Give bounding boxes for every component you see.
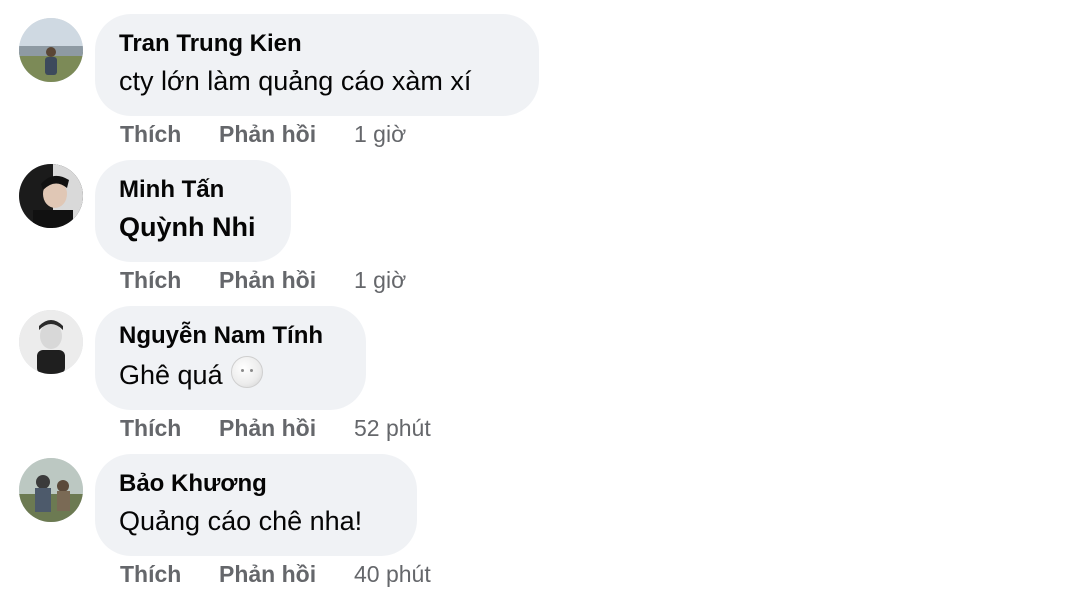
like-button[interactable]: Thích [120, 266, 219, 294]
comment-bubble: Tran Trung Kien cty lớn làm quảng cáo xà… [95, 14, 539, 116]
comment-timestamp[interactable]: 1 giờ [354, 121, 406, 147]
avatar[interactable] [19, 18, 83, 82]
like-button[interactable]: Thích [120, 414, 219, 442]
comment-actions: Thích Phản hồi 1 giờ [120, 266, 406, 294]
comment-text-row: Ghê quá [119, 356, 342, 392]
avatar[interactable] [19, 164, 83, 228]
like-button[interactable]: Thích [120, 120, 219, 148]
comment-actions: Thích Phản hồi 1 giờ [120, 120, 406, 148]
comment-actions: Thích Phản hồi 40 phút [120, 560, 431, 588]
comment-mention[interactable]: Quỳnh Nhi [119, 210, 267, 244]
comment-timestamp[interactable]: 1 giờ [354, 267, 406, 293]
comment-bubble: Bảo Khương Quảng cáo chê nha! [95, 454, 417, 556]
comment-bubble: Minh Tấn Quỳnh Nhi [95, 160, 291, 262]
like-button[interactable]: Thích [120, 560, 219, 588]
reply-button[interactable]: Phản hồi [219, 560, 354, 588]
reply-button[interactable]: Phản hồi [219, 266, 354, 294]
comment-timestamp[interactable]: 40 phút [354, 561, 431, 587]
comment-text: Ghê quá [119, 360, 223, 390]
comment-bubble: Nguyễn Nam Tính Ghê quá [95, 306, 366, 410]
comment-author[interactable]: Minh Tấn [119, 176, 267, 204]
reply-button[interactable]: Phản hồi [219, 414, 354, 442]
comment-text: Quảng cáo chê nha! [119, 506, 363, 536]
comment-author[interactable]: Bảo Khương [119, 470, 393, 498]
comment-text: cty lớn làm quảng cáo xàm xí [119, 66, 472, 96]
reply-button[interactable]: Phản hồi [219, 120, 354, 148]
comment-timestamp[interactable]: 52 phút [354, 415, 431, 441]
comment-actions: Thích Phản hồi 52 phút [120, 414, 431, 442]
avatar[interactable] [19, 310, 83, 374]
comment-author[interactable]: Tran Trung Kien [119, 30, 515, 58]
comment-author[interactable]: Nguyễn Nam Tính [119, 322, 342, 350]
moon-face-emoji-icon [230, 356, 263, 388]
avatar[interactable] [19, 458, 83, 522]
